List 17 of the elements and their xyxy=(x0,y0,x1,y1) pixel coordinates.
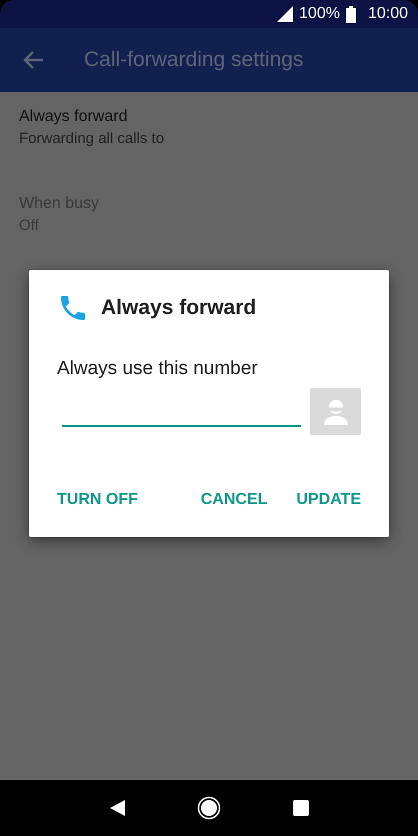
battery-icon xyxy=(346,6,356,22)
setting-title[interactable]: Always forward xyxy=(19,108,399,126)
home-icon[interactable] xyxy=(196,796,220,820)
signal-icon xyxy=(277,6,294,22)
clock: 10:00 xyxy=(368,5,408,23)
battery-percentage: 100% xyxy=(299,5,340,23)
field-label: Always use this number xyxy=(57,358,259,380)
back-icon[interactable] xyxy=(110,800,124,816)
dialog-title: Always forward xyxy=(101,296,256,320)
dialog-button[interactable]: CANCEL xyxy=(200,485,268,515)
person-icon xyxy=(324,398,348,424)
dialog-button[interactable]: TURN OFF xyxy=(57,485,138,515)
back-arrow-icon[interactable] xyxy=(22,49,44,71)
setting-summary: Forwarding all calls to xyxy=(19,130,166,147)
recents-icon[interactable] xyxy=(292,800,308,816)
screen-title: Call-forwarding settings xyxy=(84,48,304,72)
dialog-button[interactable]: UPDATE xyxy=(296,485,361,515)
